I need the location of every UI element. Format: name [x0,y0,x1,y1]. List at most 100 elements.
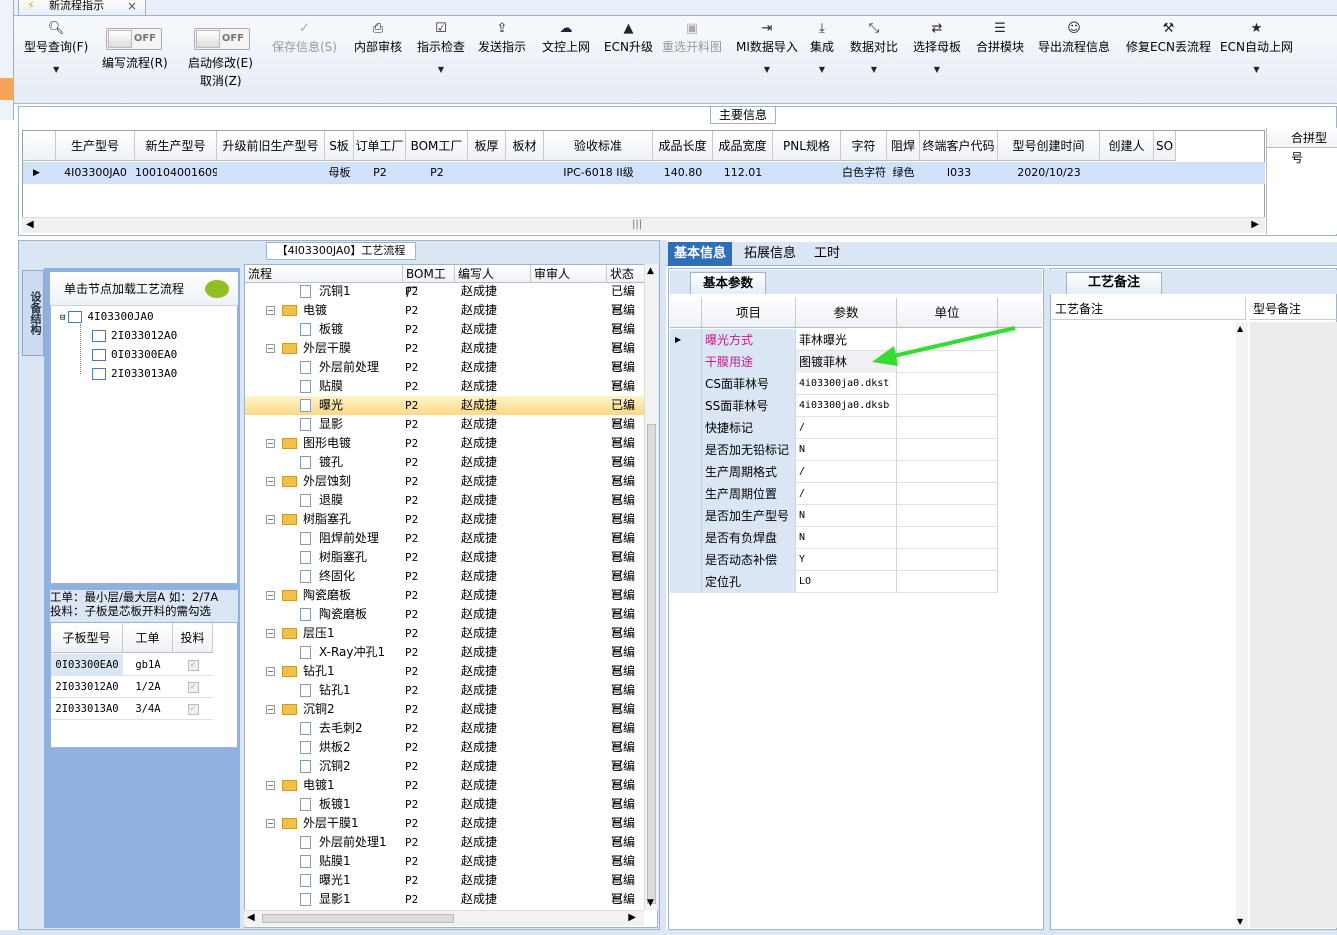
param-row[interactable]: 是否加生产型号 N [670,505,1042,527]
flow-group-row[interactable]: − 陶瓷磨板 P2 赵成捷 已编写 [245,586,645,621]
flow-step-row[interactable]: 钻孔1 P2 赵成捷 已编写 [245,681,645,716]
table-cell[interactable] [773,162,841,184]
flow-step-row[interactable]: 烘板2 P2 赵成捷 已编写 [245,738,645,773]
column-header[interactable]: PNL规格 [773,131,841,161]
tree-node[interactable]: 2I033012A0 [92,328,177,344]
param-row[interactable]: SS面菲林号 4i03300ja0.dksb [670,395,1042,417]
save-info-button[interactable]: ✓ 保存信息(S) [272,20,337,55]
param-value-cell[interactable]: / [796,417,897,439]
flow-vscrollbar[interactable]: ▲ ▼ [644,264,658,910]
table-cell[interactable]: IPC-6018 II级 [544,162,653,184]
document-tab[interactable]: ⚡ 新流程指示 × [18,0,146,16]
chevron-down-icon[interactable]: ▼ [913,65,961,74]
tree-root-node[interactable]: ⊟ 4I03300JA0 [60,309,154,325]
param-unit-cell[interactable] [897,439,998,461]
flow-step-row[interactable]: 陶瓷磨板 P2 赵成捷 已编写 [245,605,645,640]
ecn-upgrade-button[interactable]: ▲ ECN升级 [604,20,653,55]
repair-ecn-flow-button[interactable]: ⚒ 修复ECN丢流程 [1126,20,1211,55]
table-cell[interactable] [1100,162,1154,184]
chevron-down-icon[interactable]: ▼ [1220,65,1293,74]
flow-group-row[interactable]: − 沉铜2 P2 赵成捷 已编写 [245,700,645,735]
flow-step-row[interactable]: 贴膜1 P2 赵成捷 已编写 [245,852,645,887]
table-cell[interactable] [506,162,544,184]
collapse-icon[interactable]: − [266,344,275,353]
param-unit-cell[interactable] [897,395,998,417]
table-cell[interactable]: 母板 [325,162,354,184]
flow-step-row[interactable]: 显影1P2赵成捷已编写 [245,890,645,925]
param-row[interactable]: 是否有负焊盘 N [670,527,1042,549]
column-header[interactable]: 板厚 [468,131,506,161]
param-unit-cell[interactable] [897,373,998,395]
sub-board-model-cell[interactable]: 2I033012A0 [51,676,123,698]
flow-group-row[interactable]: − 电镀1 P2 赵成捷 已编写 [245,776,645,811]
equipment-structure-tab[interactable]: 设备结构 [22,270,44,356]
collapse-icon[interactable]: − [266,591,275,600]
param-value-cell[interactable]: / [796,483,897,505]
sub-board-model-cell[interactable]: 0I03300EA0 [51,654,123,676]
table-cell[interactable] [217,162,325,184]
param-row[interactable]: CS面菲林号 4i03300ja0.dkst [670,373,1042,395]
param-unit-cell[interactable] [897,549,998,571]
chat-bubble-icon[interactable] [205,280,229,298]
close-icon[interactable]: × [127,0,137,12]
flow-group-row[interactable]: − 层压1 P2 赵成捷 已编写 [245,624,645,659]
model-query-button[interactable]: 🔍︎ 型号查询(F) ▼ [24,20,88,74]
order-cell[interactable]: 3/4A [123,698,173,720]
flow-step-row[interactable]: 外层前处理1 P2 赵成捷 已编写 [245,833,645,868]
vertical-splitter[interactable] [660,240,666,930]
param-unit-cell[interactable] [897,571,998,593]
column-header[interactable]: 生产型号 [56,131,135,161]
flow-step-row[interactable]: 曝光1 P2 赵成捷 已编写 [245,871,645,906]
column-header[interactable]: S板 [325,131,354,161]
tab-work-hours[interactable]: 工时 [808,242,846,266]
flow-group-row[interactable]: − 图形电镀 P2 赵成捷 已编写 [245,434,645,469]
flow-step-row[interactable]: 沉铜2 P2 赵成捷 已编写 [245,757,645,792]
flow-step-row[interactable]: 沉铜1 P2 赵成捷 已编写 [245,282,645,317]
chevron-down-icon[interactable]: ▼ [850,65,898,74]
flow-step-row[interactable]: 退膜 P2 赵成捷 已编写 [245,491,645,526]
instruction-check-button[interactable]: ☑ 指示检查 ▼ [417,20,465,74]
chevron-down-icon[interactable]: ▼ [24,65,88,74]
notes-vscrollbar[interactable]: ▲ ▼ [1236,322,1248,928]
tab-extended-info[interactable]: 拓展信息 [738,242,802,266]
table-cell[interactable] [1154,162,1176,184]
feed-checkbox[interactable]: ✓ [173,698,213,720]
column-header[interactable]: 成品宽度 [713,131,773,161]
chevron-down-icon[interactable]: ▼ [736,65,798,74]
param-unit-cell[interactable] [897,483,998,505]
column-header[interactable]: 验收标准 [544,131,653,161]
param-value-cell[interactable]: / [796,461,897,483]
param-value-cell[interactable]: LO [796,571,897,593]
column-header[interactable]: SO [1154,131,1176,161]
param-value-cell[interactable]: 4i03300ja0.dkst [796,373,897,395]
param-row[interactable]: 是否加无铅标记 N [670,439,1042,461]
table-cell[interactable]: P2 [354,162,406,184]
table-cell[interactable]: 4I03300JA0 [56,162,135,184]
status-column-header[interactable]: 状态 [607,265,647,283]
tab-basic-info[interactable]: 基本信息 [668,242,733,266]
param-value-cell[interactable]: Y [796,549,897,571]
flow-group-row[interactable]: − 钻孔1 P2 赵成捷 已编写 [245,662,645,697]
table-cell[interactable]: 绿色 [887,162,920,184]
collapse-icon[interactable]: − [266,629,275,638]
param-unit-cell[interactable] [897,527,998,549]
table-cell[interactable]: I033 [920,162,998,184]
table-cell[interactable]: P2 [406,162,468,184]
start-modify-toggle[interactable]: OFF [194,28,250,50]
collapse-icon[interactable]: − [266,439,275,448]
column-header[interactable]: 新生产型号 [135,131,217,161]
param-value-cell[interactable]: N [796,439,897,461]
flow-step-row[interactable]: 镀孔 P2 赵成捷 已编写 [245,453,645,488]
flow-step-row[interactable]: 贴膜P2赵成捷已编写 [245,377,645,412]
writer-column-header[interactable]: 编写人 [455,265,531,283]
param-row[interactable]: 定位孔 LO [670,571,1042,593]
main-grid-hscrollbar[interactable]: ◀ ||| ▶ [22,217,1265,233]
param-row[interactable]: 生产周期格式 / [670,461,1042,483]
flow-step-row[interactable]: X-Ray冲孔1 P2 赵成捷 已编写 [245,643,645,678]
collapse-icon[interactable]: − [266,667,275,676]
send-instruction-button[interactable]: ⇪ 发送指示 [478,20,526,55]
collapse-icon[interactable]: − [266,819,275,828]
data-compare-button[interactable]: ⤡ 数据对比 ▼ [850,20,898,74]
flow-group-row[interactable]: − 外层干膜 P2 赵成捷 已编写 [245,339,645,374]
flow-step-row[interactable]: 曝光 P2 赵成捷 已编写 [245,396,645,431]
